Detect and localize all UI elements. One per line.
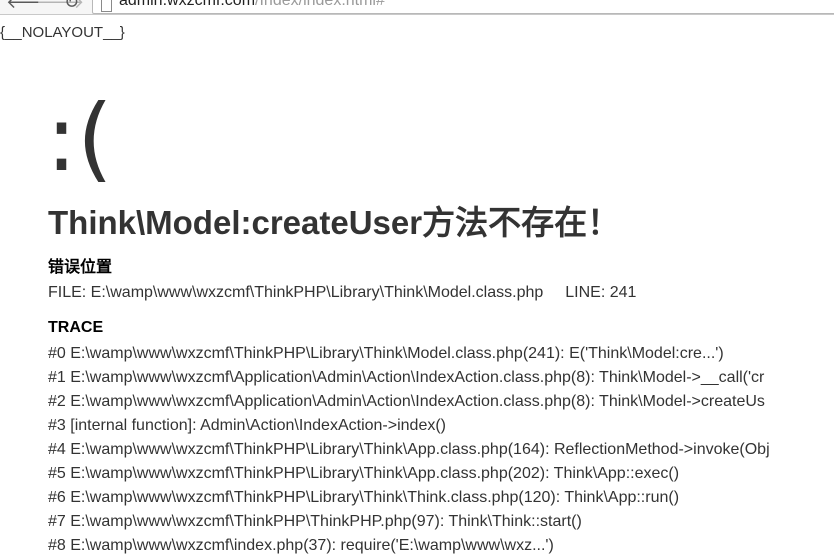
url-text[interactable]: admin.wxzcmf.com/Index/index.html#	[119, 0, 385, 10]
trace-item: #5 E:\wamp\www\wxzcmf\ThinkPHP\Library\T…	[48, 465, 680, 482]
trace-item: #6 E:\wamp\www\wxzcmf\ThinkPHP\Library\T…	[48, 489, 680, 506]
trace-item: #8 E:\wamp\www\wxzcmf\index.php(37): req…	[48, 537, 554, 554]
address-bar[interactable]: admin.wxzcmf.com/Index/index.html#	[92, 0, 834, 14]
error-file-path: FILE: E:\wamp\www\wxzcmf\ThinkPHP\Librar…	[48, 284, 544, 301]
trace-title: TRACE	[48, 319, 104, 336]
trace-list: #0 E:\wamp\www\wxzcmf\ThinkPHP\Library\T…	[48, 342, 834, 558]
nolayout-text: {__NOLAYOUT__}	[0, 24, 125, 41]
url-path: /Index/index.html#	[255, 0, 385, 9]
trace-item: #7 E:\wamp\www\wxzcmf\ThinkPHP\ThinkPHP.…	[48, 513, 582, 530]
trace-item: #2 E:\wamp\www\wxzcmf\Application\Admin\…	[48, 393, 765, 410]
page-icon	[101, 0, 112, 12]
error-message: Think\Model:createUser方法不存在！	[48, 204, 621, 241]
url-host: admin.wxzcmf.com	[119, 0, 256, 9]
error-file-line: FILE: E:\wamp\www\wxzcmf\ThinkPHP\Librar…	[48, 283, 636, 303]
trace-item: #3 [internal function]: Admin\Action\Ind…	[48, 417, 446, 434]
trace-item: #0 E:\wamp\www\wxzcmf\ThinkPHP\Library\T…	[48, 345, 724, 362]
trace-item: #4 E:\wamp\www\wxzcmf\ThinkPHP\Library\T…	[48, 441, 770, 458]
trace-item: #1 E:\wamp\www\wxzcmf\Application\Admin\…	[48, 369, 765, 386]
browser-toolbar: 🡐 🡒 ↻ admin.wxzcmf.com/Index/index.html#	[0, 0, 834, 15]
error-line-number: LINE: 241	[565, 284, 637, 301]
reload-icon[interactable]: ↻	[64, 0, 79, 12]
sad-face-emoticon: :(	[46, 85, 113, 192]
error-location-title: 错误位置	[48, 259, 113, 276]
